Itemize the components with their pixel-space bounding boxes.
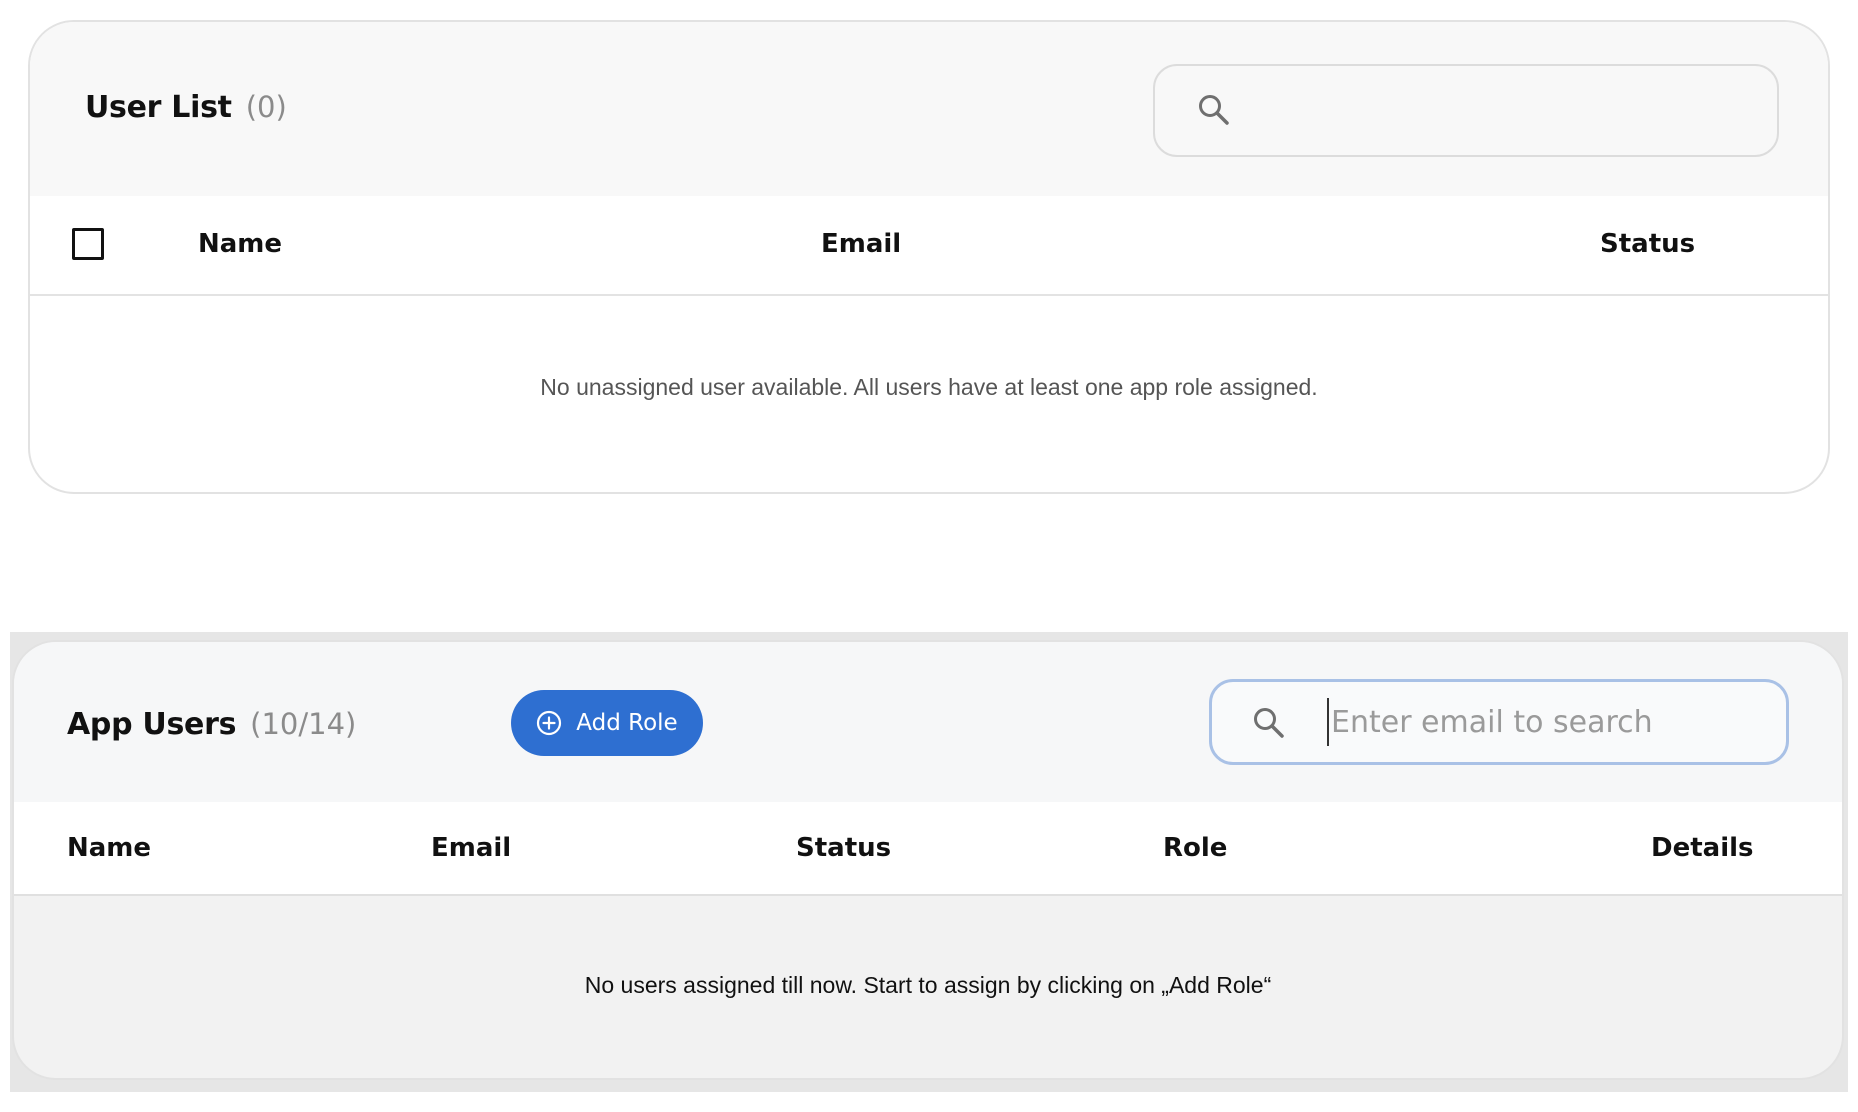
user-list-title-group: User List (0) bbox=[85, 90, 287, 125]
email-search-input[interactable] bbox=[1327, 698, 1771, 746]
app-users-empty-message: No users assigned till now. Start to ass… bbox=[584, 972, 1272, 998]
user-list-header: User List (0) bbox=[30, 22, 1828, 196]
user-list-search-box[interactable] bbox=[1153, 64, 1779, 157]
app-users-table-header: Name Email Status Role Details bbox=[14, 802, 1842, 896]
plus-circle-icon bbox=[537, 710, 562, 736]
app-users-panel: App Users (10/14) Add Role Name Email St… bbox=[12, 640, 1844, 1080]
search-icon bbox=[1254, 708, 1284, 738]
app-users-title: App Users bbox=[67, 707, 237, 742]
column-header-name[interactable]: Name bbox=[198, 229, 282, 259]
user-list-count: (0) bbox=[245, 90, 287, 124]
add-role-label: Add Role bbox=[576, 710, 678, 736]
column-header-details[interactable]: Details bbox=[1651, 833, 1754, 863]
column-header-status[interactable]: Status bbox=[796, 833, 891, 863]
app-users-title-group: App Users (10/14) bbox=[67, 707, 356, 742]
user-list-title: User List bbox=[85, 90, 232, 125]
column-header-name[interactable]: Name bbox=[67, 833, 151, 863]
column-header-email[interactable]: Email bbox=[821, 229, 901, 259]
user-list-table-header: Name Email Status bbox=[30, 196, 1828, 296]
column-header-role[interactable]: Role bbox=[1163, 833, 1227, 863]
app-users-header: App Users (10/14) Add Role bbox=[14, 642, 1842, 802]
column-header-status[interactable]: Status bbox=[1600, 229, 1695, 259]
app-users-search-box[interactable] bbox=[1209, 679, 1789, 765]
column-header-email[interactable]: Email bbox=[431, 833, 511, 863]
search-icon bbox=[1199, 95, 1229, 125]
select-all-checkbox[interactable] bbox=[72, 228, 104, 260]
user-list-empty-message: No unassigned user available. All users … bbox=[540, 374, 1318, 400]
app-users-count: (10/14) bbox=[250, 707, 357, 741]
add-role-button[interactable]: Add Role bbox=[511, 690, 703, 756]
user-list-panel: User List (0) Name Email Status No unass… bbox=[28, 20, 1830, 494]
user-list-search-input[interactable] bbox=[1255, 86, 1755, 136]
